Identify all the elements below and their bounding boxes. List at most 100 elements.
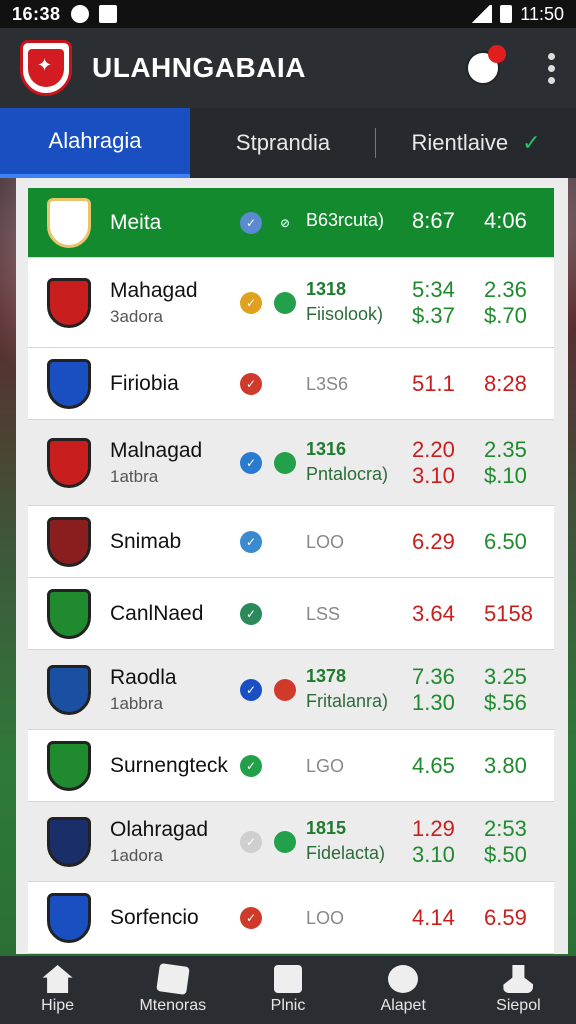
match-code: 1815 <box>306 818 347 838</box>
odds-home[interactable]: 6.29 <box>412 529 455 555</box>
team-crest-icon <box>42 274 96 332</box>
status-icon: ✓ <box>240 531 262 553</box>
odds-home[interactable]: 5:34 $.37 <box>412 277 455 329</box>
odds-away[interactable]: 8:28 <box>484 371 527 397</box>
status-icon: ✓ <box>240 373 262 395</box>
match-row[interactable]: Malnagad 1atbra ✓ 1316 Pntalocra) 2.20 3.… <box>28 420 554 506</box>
app-notification-icon <box>98 5 117 23</box>
match-row[interactable]: Sorfencio ✓ LOO 4.14 6.59 <box>28 882 554 954</box>
match-row[interactable]: CanlNaed ✓ LSS 3.64 5158 <box>28 578 554 650</box>
team-name: Snimab <box>110 529 182 553</box>
status-icon: ✓ <box>240 907 262 929</box>
odds-away[interactable]: 2:53 $.50 <box>484 816 527 868</box>
odds-home[interactable]: 4.65 <box>412 753 455 779</box>
team-name: Meita <box>110 210 162 234</box>
match-code: B63rcuta) <box>306 210 385 230</box>
team-crest-icon <box>42 193 96 252</box>
match-code: LGO <box>306 756 345 776</box>
home-icon <box>42 965 73 993</box>
status-icon: ✓ <box>240 603 262 625</box>
team-subtitle: 1atbra <box>110 466 159 486</box>
team-crest-icon <box>42 813 96 871</box>
odds-away[interactable]: 2.35 $.10 <box>484 437 527 489</box>
live-icon <box>274 452 296 474</box>
odds-away[interactable]: 6.59 <box>484 905 527 931</box>
team-crest-icon <box>42 434 96 492</box>
match-code: LOO <box>306 908 345 928</box>
status-bar: 16:38 11:50 <box>0 0 576 28</box>
check-icon: ✓ <box>522 130 541 155</box>
odds-home[interactable]: 2.20 3.10 <box>412 437 455 489</box>
list-header-row[interactable]: Meita ✓ ⊘ B63rcuta) 8:67 4:06 <box>28 188 554 258</box>
tab-alahragia[interactable]: Alahragia <box>0 108 190 178</box>
match-row[interactable]: Raodla 1abbra ✓ 1378 Fritalanra) 7.36 1.3… <box>28 650 554 730</box>
odds-home[interactable]: 7.36 1.30 <box>412 664 455 716</box>
team-name: Raodla <box>110 665 177 689</box>
odds-home[interactable]: 1.29 3.10 <box>412 816 455 868</box>
match-label: Fiisolook) <box>306 304 384 324</box>
odds-away[interactable]: 2.36 $.70 <box>484 277 527 329</box>
match-label: Fritalanra) <box>306 691 389 711</box>
match-row[interactable]: Olahragad 1adora ✓ 1815 Fidelacta) 1.29 3… <box>28 802 554 882</box>
team-subtitle: 1adora <box>110 845 163 865</box>
status-icon: ✓ <box>240 831 262 853</box>
team-name: Firiobia <box>110 371 179 395</box>
team-name: Olahragad <box>110 817 209 841</box>
team-crest-icon <box>42 889 96 947</box>
match-code: L3S6 <box>306 374 349 394</box>
team-name: Surnengteck <box>110 753 228 777</box>
battery-icon <box>500 5 513 23</box>
odds-home[interactable]: 51.1 <box>412 371 455 397</box>
match-row[interactable]: Mahagad 3adora ✓ 1318 Fiisolook) 5:34 $.3… <box>28 258 554 348</box>
odds-away[interactable]: 3.80 <box>484 753 527 779</box>
status-icon: ✓ <box>240 679 262 701</box>
football-icon[interactable] <box>466 45 506 85</box>
team-crest-icon <box>42 355 96 413</box>
match-code: 1378 <box>306 666 347 686</box>
tab-rientlaive[interactable]: Rientlaive ✓ <box>376 108 576 178</box>
match-row[interactable]: Surnengteck ✓ LGO 4.65 3.80 <box>28 730 554 802</box>
team-name: Mahagad <box>110 278 198 302</box>
nav-home[interactable]: Hipe <box>0 956 115 1024</box>
team-subtitle: 1abbra <box>110 693 163 713</box>
team-crest-icon <box>42 513 96 571</box>
alert-icon <box>388 965 419 993</box>
nav-profile[interactable]: Plnic <box>230 956 345 1024</box>
team-crest-icon <box>42 585 96 643</box>
stat-icon: ⊘ <box>279 215 291 230</box>
bottom-navigation: Hipe Mtenoras Plnic Alapet Siepol <box>0 956 576 1024</box>
nav-matches[interactable]: Mtenoras <box>115 956 230 1024</box>
team-crest-icon <box>42 661 96 719</box>
live-icon <box>274 679 296 701</box>
nav-settings[interactable]: Siepol <box>461 956 576 1024</box>
match-row[interactable]: Snimab ✓ LOO 6.29 6.50 <box>28 506 554 578</box>
live-icon <box>274 831 296 853</box>
team-crest-icon <box>42 737 96 795</box>
odds-away[interactable]: 4:06 <box>484 208 527 234</box>
info-icon: ✓ <box>240 211 262 234</box>
status-time-left: 16:38 <box>12 3 61 24</box>
match-row[interactable]: Firiobia ✓ L3S6 51.1 8:28 <box>28 348 554 420</box>
nav-alerts[interactable]: Alapet <box>346 956 461 1024</box>
notification-icon <box>70 5 89 23</box>
signal-icon <box>470 5 493 23</box>
tab-stprandia[interactable]: Stprandia <box>190 108 376 178</box>
live-icon <box>274 292 296 314</box>
odds-away[interactable]: 6.50 <box>484 529 527 555</box>
more-menu-icon[interactable] <box>548 52 556 84</box>
team-name: Sorfencio <box>110 905 199 929</box>
club-logo-icon[interactable] <box>20 40 72 96</box>
odds-away[interactable]: 5158 <box>484 601 533 627</box>
odds-home[interactable]: 3.64 <box>412 601 455 627</box>
app-bar: ULAHNGABAIA <box>0 28 576 108</box>
status-icon: ✓ <box>240 292 262 314</box>
tab-bar: Alahragia Stprandia Rientlaive ✓ <box>0 108 576 178</box>
status-icon: ✓ <box>240 452 262 474</box>
match-code: LOO <box>306 532 345 552</box>
matches-icon <box>155 963 190 995</box>
odds-home[interactable]: 8:67 <box>412 208 455 234</box>
team-name: Malnagad <box>110 438 203 462</box>
odds-home[interactable]: 4.14 <box>412 905 455 931</box>
match-code: LSS <box>306 604 341 624</box>
odds-away[interactable]: 3.25 $.56 <box>484 664 527 716</box>
